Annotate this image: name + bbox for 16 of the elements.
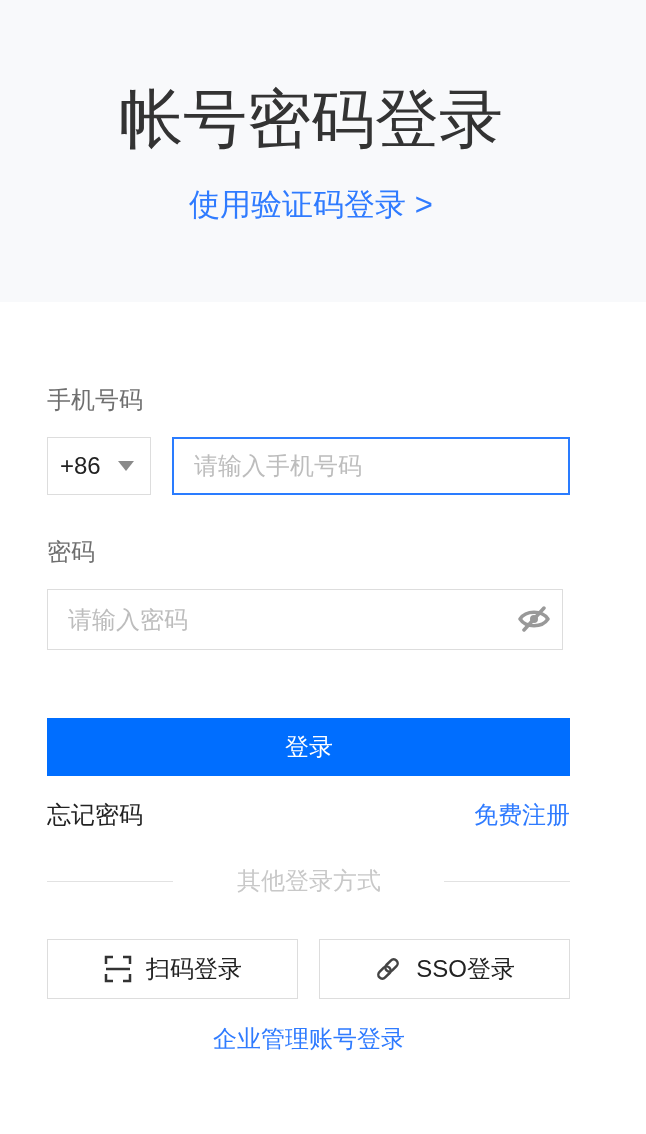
login-button[interactable]: 登录	[47, 718, 570, 776]
scan-frame-icon	[103, 955, 132, 983]
enterprise-login-link[interactable]: 企业管理账号登录	[212, 1024, 405, 1054]
eye-slash-icon[interactable]	[518, 606, 550, 632]
scan-login-button[interactable]: 扫码登录	[47, 939, 298, 999]
register-link[interactable]: 免费注册	[474, 800, 570, 830]
page-title: 帐号密码登录	[119, 82, 503, 156]
password-input[interactable]: 请输入密码	[47, 589, 563, 650]
caret-icon	[117, 461, 134, 471]
forgot-password-link[interactable]: 忘记密码	[47, 800, 143, 830]
country-code-select[interactable]: +86	[47, 437, 151, 495]
code-login-link[interactable]: 使用验证码登录 >	[189, 187, 433, 223]
field-label: 密码	[47, 537, 95, 567]
field-label: 手机号码	[47, 385, 143, 415]
sso-login-button[interactable]: SSO登录	[319, 939, 570, 999]
phone-input[interactable]: 请输入手机号码	[172, 437, 570, 495]
